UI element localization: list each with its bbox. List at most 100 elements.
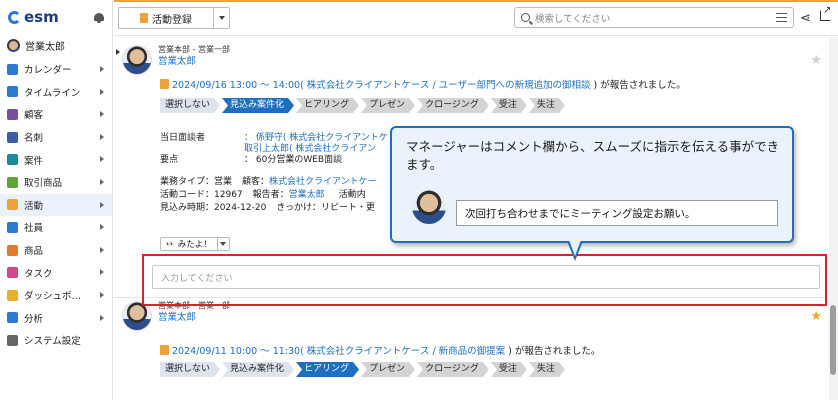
bell-icon[interactable] [94,12,104,23]
summary-label: 要点 [160,155,179,165]
attendees-label: 当日面談者 [160,133,206,143]
callout-tail-inner [569,240,581,256]
post-activity-link[interactable]: 株式会社クライアントケース / 新商品の御提案 [307,343,505,357]
favorite-star-icon[interactable]: ★ [810,53,822,68]
scrollbar-thumb[interactable] [830,305,836,375]
logo-mark-icon [8,10,21,24]
stage-step[interactable]: 受注 [491,362,527,377]
sidebar-item-label: タスク [24,268,53,280]
stage-step[interactable]: 見込み案件化 [222,98,294,113]
chevron-right-icon [100,111,104,118]
gear-icon [7,334,18,346]
share-icon[interactable]: ⋖ [800,11,811,26]
stage-step[interactable]: 選択しない [160,98,220,113]
trigger-value: リピート・更 [320,203,375,213]
timeline-icon [7,86,18,98]
chevron-right-icon [100,291,104,298]
favorite-star-icon[interactable]: ★ [810,309,822,324]
post-department: 営業本部 - 営業一部 [158,45,230,54]
sidebar-item-11[interactable]: 分析 [0,307,112,330]
sidebar: esm 営業太郎 カレンダータイムライン顧客 名刺案件取引商品活動 社員商品タスクダ… [0,0,113,400]
stage-step[interactable]: 選択しない [160,362,220,377]
stage-step[interactable]: ヒアリング [296,362,359,377]
sidebar-item-6[interactable]: 活動 [0,193,112,217]
stage-step[interactable]: クロージング [417,98,489,113]
register-activity-main[interactable]: 活動登録 [119,11,213,26]
stage-step[interactable]: 失注 [529,98,565,113]
post-details: 当日面談者 ： 係野守( 株式会社クライアントケ 取引上太郎( 株式会社クライア… [160,133,388,214]
stage-step[interactable]: クロージング [417,362,489,377]
chevron-down-icon [218,16,225,20]
attendees-value[interactable]: ： 係野守( 株式会社クライアントケ [244,133,388,144]
summary-value: ： 60分営業のWEB面談 [244,155,343,165]
collapse-toggle-icon[interactable] [116,49,120,55]
logo-row: esm [0,0,112,34]
post-message-suffix: ) が報告されました。 [593,80,686,91]
mitayo-main[interactable]: 👀 みたよ！ [161,238,217,250]
sidebar-item-2[interactable]: 顧客 [0,103,112,126]
stage-step[interactable]: 失注 [529,362,565,377]
app-logo[interactable]: esm [8,8,59,26]
callout-text: マネージャーはコメント欄から、スムーズに指示を伝える事ができます。 [406,139,780,172]
post-header: 営業本部 - 営業一部 営業太郎 [122,45,230,75]
tutorial-callout: マネージャーはコメント欄から、スムーズに指示を伝える事ができます。 次回打ち合わ… [390,126,794,243]
sidebar-item-7[interactable]: 社員 [0,216,112,239]
top-bar: 活動登録 検索してください ⋖ [114,0,838,36]
user-name: 営業太郎 [25,41,65,53]
callout-comment-example: 次回打ち合わせまでにミーティング設定お願い。 [456,200,778,226]
post-author-link[interactable]: 営業太郎 [158,311,230,324]
activity-post: 営業本部 - 営業一部 営業太郎 ★ 2024/09/11 10:00 ～ 11… [114,299,828,400]
stage-step[interactable]: ヒアリング [296,98,359,113]
calendar-icon [7,63,18,75]
register-activity-label: 活動登録 [152,14,192,26]
sidebar-item-12[interactable]: システム設定 [0,329,112,352]
sidebar-item-0[interactable]: カレンダー [0,58,112,81]
customer-link[interactable]: 株式会社クライアントケー [269,177,377,188]
chevron-right-icon [100,201,104,208]
document-icon [140,13,148,23]
sidebar-item-label: カレンダー [24,65,72,77]
stage-step[interactable]: プレゼン [361,98,415,113]
register-activity-dropdown[interactable] [213,8,229,28]
filter-settings-icon[interactable] [776,13,787,22]
feed-scrollbar[interactable] [829,37,838,400]
user-menu[interactable]: 営業太郎 [0,34,112,56]
chevron-right-icon [100,66,104,72]
stage-step[interactable]: 受注 [491,98,527,113]
mitayo-dropdown[interactable] [216,238,229,250]
post-date-link[interactable]: 2024/09/16 13:00 ～ 14:00( [172,77,304,91]
check-icon [7,267,18,279]
attendees-value-2[interactable]: 取引上太郎( 株式会社クライアン [244,144,376,155]
reporter-link[interactable]: 営業太郎 [289,190,325,201]
sidebar-item-label: 取引商品 [24,178,63,190]
stage-step[interactable]: プレゼン [361,362,415,377]
box-icon [7,244,18,256]
post-department: 営業本部 - 営業一部 [158,301,230,310]
sidebar-item-4[interactable]: 案件 [0,148,112,171]
sidebar-item-label: システム設定 [24,336,81,348]
sidebar-item-1[interactable]: タイムライン [0,81,112,104]
post-activity-link[interactable]: 株式会社クライアントケース / ユーザー部門への新規追加の御相談 [307,77,591,91]
sidebar-item-9[interactable]: タスク [0,261,112,284]
post-author-link[interactable]: 営業太郎 [158,55,230,68]
search-input[interactable]: 検索してください [514,7,794,28]
comment-input[interactable]: 入力してください [152,265,820,289]
sidebar-item-label: 商品 [24,246,44,258]
sidebar-item-8[interactable]: 商品 [0,239,112,262]
open-external-icon[interactable] [820,5,831,21]
post-date-link[interactable]: 2024/09/11 10:00 ～ 11:30( [172,343,304,357]
sidebar-item-label: 案件 [24,155,44,167]
sidebar-item-5[interactable]: 取引商品 [0,171,112,194]
sidebar-item-label: タイムライン [24,87,81,99]
sidebar-nav: カレンダータイムライン顧客 名刺案件取引商品活動 社員商品タスクダッシュボ… 分析シス… [0,58,112,352]
register-activity-button[interactable]: 活動登録 [118,7,230,29]
mitayo-button[interactable]: 👀 みたよ！ [160,237,230,251]
sidebar-item-3[interactable]: 名刺 [0,126,112,149]
sidebar-item-label: 分析 [24,313,44,325]
post-divider [114,297,828,298]
chevron-right-icon [100,246,104,253]
logo-text: esm [24,8,59,26]
sidebar-item-10[interactable]: ダッシュボ… [0,284,112,307]
attendees-spacer [160,144,244,155]
stage-step[interactable]: 見込み案件化 [222,362,294,377]
